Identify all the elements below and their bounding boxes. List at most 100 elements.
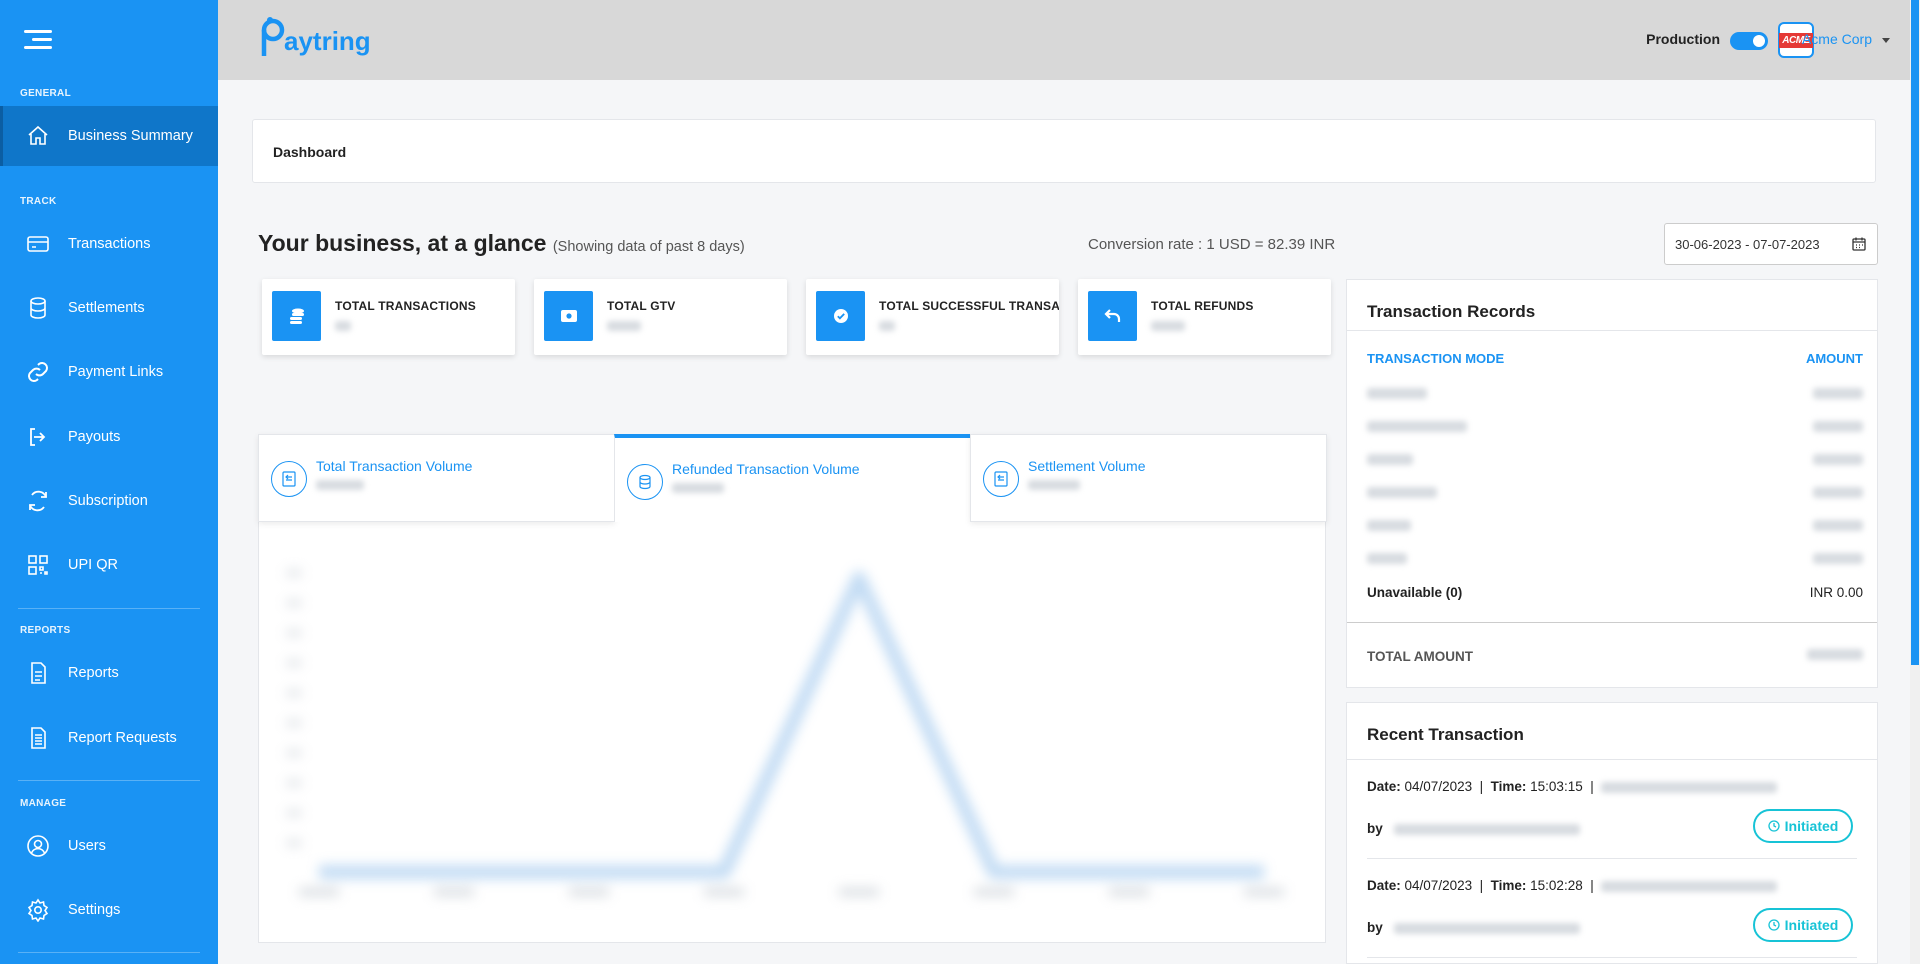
record-row <box>1367 553 1863 567</box>
company-dropdown[interactable]: Acme Corp <box>1802 31 1890 47</box>
record-row <box>1367 520 1863 534</box>
sidebar-item-users[interactable]: Users <box>0 816 218 876</box>
y-axis-ticks-hidden <box>287 570 301 846</box>
menu-toggle-icon[interactable] <box>24 30 52 54</box>
status-badge: Initiated <box>1753 908 1853 942</box>
transaction-by: by <box>1367 920 1581 935</box>
status-text: Initiated <box>1784 818 1839 834</box>
sidebar-item-label: UPI QR <box>68 557 118 573</box>
card-divider <box>1347 330 1877 331</box>
transaction-time: 15:02:28 <box>1530 878 1583 893</box>
tab-label: Settlement Volume <box>1028 458 1146 474</box>
sidebar-divider <box>18 952 200 953</box>
section-reports: REPORTS <box>20 625 71 636</box>
card-title: Recent Transaction <box>1347 703 1877 760</box>
record-row <box>1367 487 1863 501</box>
date-range-picker[interactable]: 30-06-2023 - 07-07-2023 <box>1664 223 1878 265</box>
sidebar-item-transactions[interactable]: Transactions <box>0 214 218 274</box>
page-title: Your business, at a glance (Showing data… <box>258 230 745 257</box>
section-manage: MANAGE <box>20 798 67 809</box>
col-transaction-mode: TRANSACTION MODE <box>1367 351 1505 366</box>
sidebar-item-reports[interactable]: Reports <box>0 643 218 703</box>
sidebar-item-payment-links[interactable]: Payment Links <box>0 342 218 402</box>
document-icon <box>31 662 46 684</box>
calendar-icon[interactable] <box>1851 236 1867 252</box>
sidebar-item-label: Settlements <box>68 300 145 316</box>
list-item[interactable]: Date: 04/07/2023 | Time: 15:02:28 | by I… <box>1367 860 1857 958</box>
sidebar-item-label: Subscription <box>68 493 148 509</box>
tab-label: Total Transaction Volume <box>316 458 473 474</box>
transaction-by: by <box>1367 821 1581 836</box>
stat-label: TOTAL GTV <box>607 299 676 313</box>
tab-refunded-transaction-volume[interactable]: Refunded Transaction Volume <box>614 434 971 522</box>
customer-hidden <box>1394 922 1581 934</box>
home-icon <box>28 125 48 145</box>
section-general: GENERAL <box>20 88 71 99</box>
records-header: TRANSACTION MODE AMOUNT <box>1367 351 1863 366</box>
transaction-time: 15:03:15 <box>1530 779 1583 794</box>
user-circle-icon <box>27 835 49 857</box>
unavailable-label: Unavailable (0) <box>1367 585 1463 600</box>
sidebar-item-label: Report Requests <box>68 730 177 746</box>
tab-value-hidden <box>672 483 724 493</box>
list-item[interactable]: Date: 04/07/2023 | Time: 15:03:15 | by I… <box>1367 761 1857 859</box>
series-line <box>319 571 1264 879</box>
record-row <box>1367 454 1863 468</box>
volume-chart-card: Total Transaction Volume Refunded Transa… <box>258 434 1327 943</box>
environment-toggle[interactable] <box>1730 32 1768 50</box>
sidebar-item-label: Payouts <box>68 429 121 445</box>
glance-subtitle: (Showing data of past 8 days) <box>552 239 745 255</box>
date-label: Date: <box>1367 878 1401 893</box>
sidebar-item-label: Settings <box>68 902 121 918</box>
sign-out-icon <box>30 428 46 446</box>
stat-card-total-transactions[interactable]: TOTAL TRANSACTIONS <box>262 279 515 355</box>
date-label: Date: <box>1367 779 1401 794</box>
refunded-volume-line-chart-blurred <box>287 570 1284 896</box>
time-label: Time: <box>1490 779 1527 794</box>
sidebar-divider <box>18 780 200 781</box>
paytring-logo[interactable]: aytring <box>258 16 371 58</box>
stat-value-hidden <box>335 321 351 331</box>
sidebar-item-payouts[interactable]: Payouts <box>0 407 218 467</box>
database-icon <box>627 464 663 500</box>
sidebar-item-label: Payment Links <box>68 364 164 380</box>
sidebar-item-upi-qr[interactable]: UPI QR <box>0 535 218 595</box>
record-row-unavailable: Unavailable (0) INR 0.00 <box>1367 585 1863 600</box>
tab-value-hidden <box>316 480 364 490</box>
breadcrumb: Dashboard <box>252 119 1876 183</box>
transaction-date: 04/07/2023 <box>1404 878 1473 893</box>
by-label: by <box>1367 920 1383 935</box>
document-list-icon <box>31 727 46 749</box>
record-row <box>1367 388 1863 402</box>
stat-value-hidden <box>607 321 641 331</box>
sidebar-item-business-summary[interactable]: Business Summary <box>0 106 218 166</box>
total-amount-label: TOTAL AMOUNT <box>1367 649 1473 664</box>
transaction-datetime: Date: 04/07/2023 | Time: 15:03:15 | <box>1367 779 1778 794</box>
sidebar-item-settlements[interactable]: Settlements <box>0 278 218 338</box>
sidebar-item-settings[interactable]: Settings <box>0 880 218 940</box>
stat-card-total-gtv[interactable]: TOTAL GTV <box>534 279 787 355</box>
tab-label: Refunded Transaction Volume <box>672 461 860 477</box>
sidebar-item-label: Users <box>68 838 106 854</box>
tab-settlement-volume[interactable]: Settlement Volume <box>970 434 1327 522</box>
transaction-id-hidden <box>1601 781 1778 793</box>
records-total: TOTAL AMOUNT <box>1347 622 1877 664</box>
settlement-icon <box>983 461 1019 497</box>
coins-icon <box>272 291 321 341</box>
stat-card-total-successful-transactions[interactable]: TOTAL SUCCESSFUL TRANSACTIONS <box>806 279 1059 355</box>
record-row <box>1367 421 1863 435</box>
tab-value-hidden <box>1028 480 1080 490</box>
sidebar-item-report-requests[interactable]: Report Requests <box>0 708 218 768</box>
database-icon <box>30 297 46 319</box>
section-track: TRACK <box>20 196 57 207</box>
transaction-volume-icon <box>271 461 307 497</box>
sidebar-item-subscription[interactable]: Subscription <box>0 471 218 531</box>
time-label: Time: <box>1490 878 1527 893</box>
link-icon <box>28 362 48 382</box>
stat-card-total-refunds[interactable]: TOTAL REFUNDS <box>1078 279 1331 355</box>
page-scrollbar[interactable] <box>1910 0 1920 964</box>
glance-title: Your business, at a glance <box>258 230 547 256</box>
stat-value-hidden <box>879 321 895 331</box>
tab-total-transaction-volume[interactable]: Total Transaction Volume <box>258 434 615 522</box>
transaction-datetime: Date: 04/07/2023 | Time: 15:02:28 | <box>1367 878 1778 893</box>
